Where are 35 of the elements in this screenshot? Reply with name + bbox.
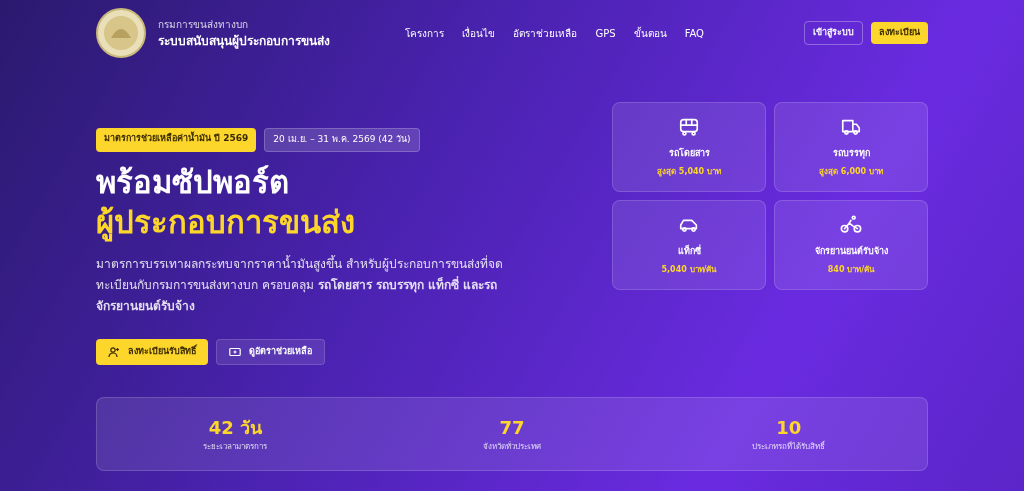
campaign-badge: มาตรการช่วยเหลือค่าน้ำมัน ปี 2569 bbox=[96, 128, 257, 152]
stat-label: ประเภทรถที่ได้รับสิทธิ์ bbox=[752, 441, 826, 453]
bus-icon bbox=[678, 116, 700, 139]
stat-value: 77 bbox=[499, 416, 525, 440]
organization-name: กรมการขนส่งทางบก bbox=[158, 17, 249, 32]
hero-title: พร้อมซัปพอร์ต bbox=[96, 162, 290, 202]
vehicle-name: จักรยานยนต์รับจ้าง bbox=[814, 245, 888, 259]
stat-label: ระยะเวลามาตรการ bbox=[203, 441, 268, 453]
vehicle-amount: สูงสุด 6,000 บาท bbox=[819, 165, 883, 178]
vehicle-amount: 840 บาท/คัน bbox=[827, 263, 875, 276]
nav-link[interactable]: FAQ bbox=[684, 25, 704, 41]
vehicle-amount: สูงสุด 5,040 บาท bbox=[657, 165, 721, 178]
nav-link[interactable]: อัตราช่วยเหลือ bbox=[513, 25, 578, 41]
emblem-icon bbox=[96, 8, 146, 58]
register-button[interactable]: ลงทะเบียน bbox=[871, 22, 928, 44]
vehicle-amount: 5,040 บาท/คัน bbox=[661, 263, 717, 276]
nav-link[interactable]: GPS bbox=[595, 25, 616, 41]
nav-link[interactable]: เงื่อนไข bbox=[462, 25, 496, 41]
vehicle-name: แท็กซี่ bbox=[677, 245, 701, 259]
stat-value: 10 bbox=[776, 416, 802, 440]
view-rates-button[interactable]: ดูอัตราช่วยเหลือ bbox=[216, 338, 325, 365]
nav-link[interactable]: ขั้นตอน bbox=[633, 25, 667, 41]
hero-description: มาตรการบรรเทาผลกระทบจากราคาน้ำมันสูงขึ้น สำหรับผู้ประกอบการขนส่งที่จดทะเบียนกับกรมการขนส่งทางบก ครอบคลุม รถโดยสาร รถบรรทุก แท็กซี่ และรถจักรยานยนต์รับจ้าง bbox=[96, 254, 504, 315]
vehicle-name: รถโดยสาร bbox=[668, 147, 710, 161]
period-badge: 20 เม.ย. – 31 พ.ค. 2569 (42 วัน) bbox=[264, 128, 420, 152]
stat-value: 42 วัน bbox=[208, 416, 262, 440]
nav-link[interactable]: โครงการ bbox=[405, 25, 445, 41]
vehicle-name: รถบรรทุก bbox=[832, 147, 870, 161]
hero-subtitle: ผู้ประกอบการขนส่ง bbox=[96, 202, 356, 242]
site-title: ระบบสนับสนุนผู้ประกอบการขนส่ง bbox=[158, 32, 330, 50]
card-icon bbox=[229, 345, 241, 358]
login-button[interactable]: เข้าสู่ระบบ bbox=[804, 21, 863, 45]
stat-label: จังหวัดทั่วประเทศ bbox=[483, 441, 541, 453]
register-rights-button[interactable]: ลงทะเบียนรับสิทธิ์ bbox=[96, 338, 208, 365]
add-user-icon bbox=[108, 345, 120, 358]
